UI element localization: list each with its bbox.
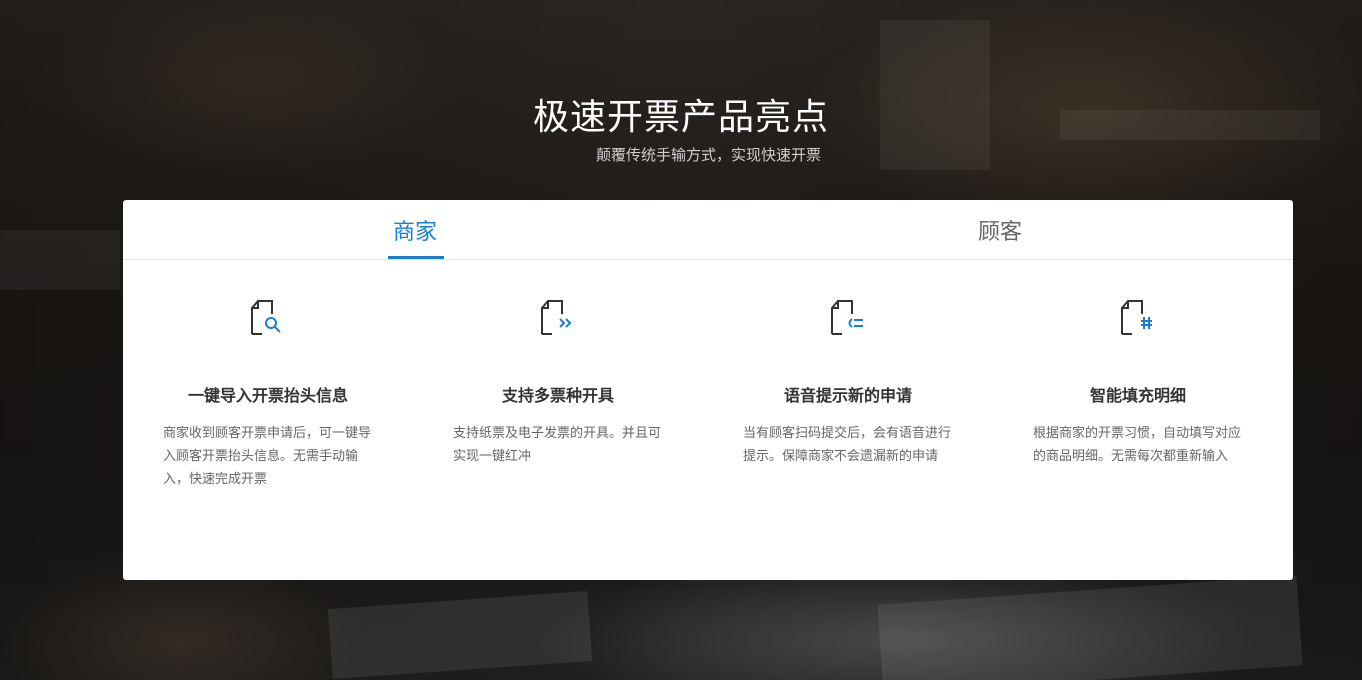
feature-description: 根据商家的开票习惯，自动填写对应的商品明细。无需每次都重新输入: [1033, 426, 1242, 464]
background-table-left: [0, 230, 120, 290]
tab-customer[interactable]: 顾客: [708, 200, 1293, 259]
feature-description: 商家收到顾客开票申请后，可一键导入顾客开票抬头信息。无需手动输入，快速完成开票: [163, 426, 372, 487]
tab-bar: 商家 顾客: [123, 200, 1293, 260]
feature-title: 支持多票种开具: [501, 386, 614, 405]
document-voice-icon: [831, 300, 863, 335]
feature-item: 语音提示新的申请 当有顾客扫码提交后，会有语音进行提示。保障商家不会遗漏新的申请: [703, 260, 993, 580]
page-title: 极速开票产品亮点: [532, 97, 829, 138]
feature-item: 支持多票种开具 支持纸票及电子发票的开具。并且可实现一键红冲: [413, 260, 703, 580]
page-subtitle: 颠覆传统手输方式，实现快速开票: [595, 146, 821, 164]
feature-description: 当有顾客扫码提交后，会有语音进行提示。保障商家不会遗漏新的申请: [743, 426, 952, 464]
feature-item: 一键导入开票抬头信息 商家收到顾客开票申请后，可一键导入顾客开票抬头信息。无需手…: [123, 260, 413, 580]
page: 极速开票产品亮点 颠覆传统手输方式，实现快速开票 商家 顾客 一键导入开票抬头信…: [0, 0, 1362, 680]
active-tab-indicator: [388, 256, 444, 259]
feature-list: 一键导入开票抬头信息 商家收到顾客开票申请后，可一键导入顾客开票抬头信息。无需手…: [123, 260, 1293, 580]
tab-merchant-label: 商家: [393, 220, 438, 245]
document-autofill-icon: [1121, 300, 1152, 335]
document-forward-icon: [541, 300, 572, 335]
tab-merchant[interactable]: 商家: [123, 200, 708, 259]
feature-title: 语音提示新的申请: [783, 386, 912, 405]
document-search-icon: [251, 300, 281, 335]
highlights-panel: 商家 顾客 一键导入开票抬头信息 商家收到顾客开票申请后，可一键导入顾客开票抬头…: [123, 200, 1293, 580]
tab-customer-label: 顾客: [978, 220, 1023, 245]
feature-title: 智能填充明细: [1089, 386, 1186, 405]
feature-item: 智能填充明细 根据商家的开票习惯，自动填写对应的商品明细。无需每次都重新输入: [993, 260, 1283, 580]
feature-title: 一键导入开票抬头信息: [187, 386, 348, 405]
feature-description: 支持纸票及电子发票的开具。并且可实现一键红冲: [453, 426, 662, 464]
